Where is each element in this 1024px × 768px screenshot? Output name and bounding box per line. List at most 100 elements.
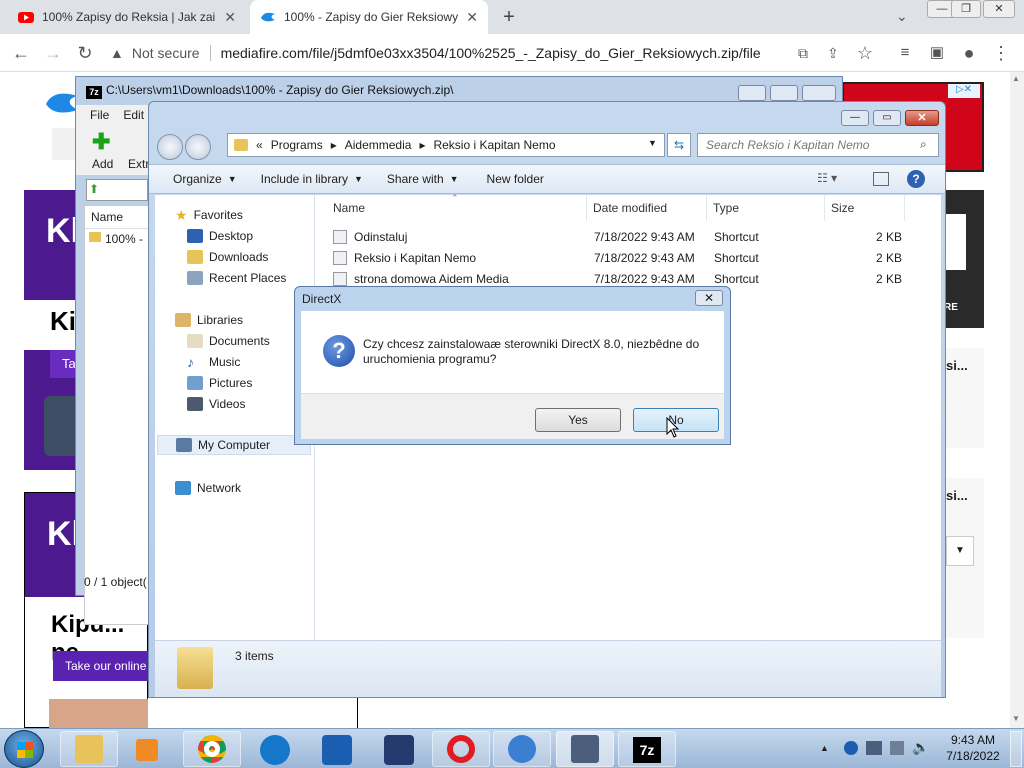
taskbar-explorer[interactable]: [60, 731, 118, 767]
side-panel-icon[interactable]: ▣: [926, 42, 948, 64]
include-in-library-button[interactable]: Include in library: [261, 172, 348, 186]
help-icon[interactable]: ?: [907, 170, 925, 188]
minimize-button[interactable]: [738, 85, 766, 101]
scroll-up-icon[interactable]: ▲: [1012, 74, 1020, 83]
column-size[interactable]: Size: [825, 195, 905, 221]
close-button[interactable]: ✕: [905, 110, 939, 126]
view-options-icon[interactable]: ☷ ▾: [817, 171, 837, 185]
nav-desktop[interactable]: Desktop: [187, 226, 253, 246]
add-button-label[interactable]: Add: [92, 157, 113, 171]
tray-expand-icon[interactable]: ▲: [820, 743, 829, 753]
clock-time[interactable]: 9:43 AM: [950, 733, 996, 747]
path-bar[interactable]: ⬆: [86, 179, 148, 201]
forward-icon[interactable]: →: [42, 42, 64, 64]
page-scrollbar[interactable]: ▲ ▼: [1010, 72, 1024, 728]
panel-button-label[interactable]: RE: [944, 302, 958, 313]
refresh-icon[interactable]: ⇆: [667, 133, 691, 157]
nav-network[interactable]: Network: [175, 478, 241, 498]
media-player-icon[interactable]: [136, 739, 158, 761]
chevron-down-icon[interactable]: ▼: [354, 174, 363, 184]
address-bar[interactable]: ▲ Not secure mediafire.com/file/j5dmf0e0…: [110, 39, 890, 67]
maximize-button[interactable]: [770, 85, 798, 101]
nav-my-computer[interactable]: My Computer: [157, 435, 311, 455]
close-button[interactable]: [802, 85, 836, 101]
close-icon[interactable]: ✕: [466, 9, 478, 26]
restore-button[interactable]: ❐: [951, 0, 981, 18]
scroll-down-icon[interactable]: ▼: [1012, 714, 1020, 723]
action-center-icon[interactable]: [890, 741, 904, 755]
maximize-button[interactable]: ▭: [873, 110, 901, 126]
table-row[interactable]: Reksio i Kapitan Nemo 7/18/2022 9:43 AM …: [315, 248, 941, 269]
side-card-1[interactable]: si...: [946, 348, 984, 448]
chevron-right-icon[interactable]: ▸: [331, 138, 337, 152]
organize-button[interactable]: Organize: [173, 172, 222, 186]
search-input[interactable]: Search Reksio i Kapitan Nemo ⌕: [697, 133, 939, 157]
nav-videos[interactable]: Videos: [187, 394, 245, 414]
up-folder-icon[interactable]: ⬆: [89, 182, 99, 196]
back-icon[interactable]: [157, 134, 183, 160]
taskbar-app[interactable]: [493, 731, 551, 767]
new-folder-button[interactable]: New folder: [487, 172, 544, 186]
nav-documents[interactable]: Documents: [187, 331, 270, 351]
nav-pictures[interactable]: Pictures: [187, 373, 252, 393]
panel-input[interactable]: [944, 214, 966, 270]
dialog-close-button[interactable]: ✕: [695, 290, 723, 306]
new-tab-button[interactable]: +: [498, 6, 520, 28]
tool-icon[interactable]: [384, 735, 414, 765]
defender-icon[interactable]: [322, 735, 352, 765]
table-row[interactable]: Odinstaluj 7/18/2022 9:43 AM Shortcut 2 …: [315, 227, 941, 248]
column-name[interactable]: Name: [91, 210, 123, 224]
bookmark-star-icon[interactable]: ☆: [854, 42, 876, 64]
column-date-modified[interactable]: Date modified: [587, 195, 707, 221]
ad-choices-icon[interactable]: ▷✕: [948, 84, 980, 98]
minimize-button[interactable]: —: [841, 110, 869, 126]
share-with-button[interactable]: Share with: [387, 172, 444, 186]
dropdown-caret-icon[interactable]: ▼: [946, 536, 974, 566]
nav-libraries[interactable]: Libraries: [175, 310, 243, 330]
profile-icon[interactable]: ●: [958, 42, 980, 64]
taskbar-opera[interactable]: [432, 731, 490, 767]
reading-list-icon[interactable]: ≡: [894, 42, 916, 64]
install-app-icon[interactable]: ⧉: [792, 42, 814, 64]
search-icon[interactable]: ⌕: [920, 137, 927, 152]
menu-edit[interactable]: Edit: [123, 108, 144, 122]
breadcrumb-current[interactable]: Reksio i Kapitan Nemo: [433, 138, 555, 152]
volume-icon[interactable]: 🔈: [912, 739, 929, 756]
start-button[interactable]: [4, 730, 44, 768]
chevron-down-icon[interactable]: ▼: [228, 174, 237, 184]
taskbar-7zip[interactable]: 7z: [618, 731, 676, 767]
chevron-down-icon[interactable]: ⌄: [896, 8, 908, 25]
share-icon[interactable]: ⇪: [822, 42, 844, 64]
nav-recent-places[interactable]: Recent Places: [187, 268, 286, 288]
breadcrumb-aidemmedia[interactable]: Aidemmedia: [345, 138, 412, 152]
close-icon[interactable]: ✕: [224, 9, 236, 26]
taskbar-chrome[interactable]: [183, 731, 241, 767]
tab-mediafire[interactable]: 100% - Zapisy do Gier Reksiowy ✕: [250, 0, 488, 34]
menu-icon[interactable]: ⋮: [990, 42, 1012, 64]
nav-favorites[interactable]: ★ Favorites: [175, 205, 243, 225]
back-icon[interactable]: ←: [10, 42, 32, 64]
chevron-down-icon[interactable]: ▼: [450, 174, 459, 184]
extract-button-label[interactable]: Extr: [128, 157, 149, 171]
address-bar[interactable]: « Programs ▸ Aidemmedia ▸ Reksio i Kapit…: [227, 133, 665, 157]
forward-icon[interactable]: [185, 134, 211, 160]
breadcrumb-root[interactable]: «: [256, 138, 263, 152]
ad-cta[interactable]: Take our online t: [53, 651, 153, 681]
add-icon[interactable]: ✚: [92, 129, 110, 155]
chevron-right-icon[interactable]: ▸: [419, 138, 425, 152]
chevron-down-icon[interactable]: ▼: [648, 138, 657, 148]
close-window-button[interactable]: ✕: [983, 0, 1015, 18]
clock-date[interactable]: 7/18/2022: [946, 749, 1000, 763]
column-type[interactable]: Type: [707, 195, 825, 221]
nav-music[interactable]: ♪ Music: [187, 352, 240, 372]
preview-pane-icon[interactable]: [873, 172, 889, 186]
network-tray-icon[interactable]: [866, 741, 882, 755]
ccleaner-icon[interactable]: [260, 735, 290, 765]
reload-icon[interactable]: ↻: [74, 42, 96, 64]
menu-file[interactable]: File: [90, 108, 109, 122]
list-item[interactable]: 100% -: [105, 232, 143, 246]
tab-youtube[interactable]: 100% Zapisy do Reksia | Jak zainst ✕: [8, 0, 246, 34]
show-desktop-button[interactable]: [1010, 731, 1022, 767]
side-card-2[interactable]: si... ▼: [946, 478, 984, 638]
breadcrumb-programs[interactable]: Programs: [271, 138, 323, 152]
